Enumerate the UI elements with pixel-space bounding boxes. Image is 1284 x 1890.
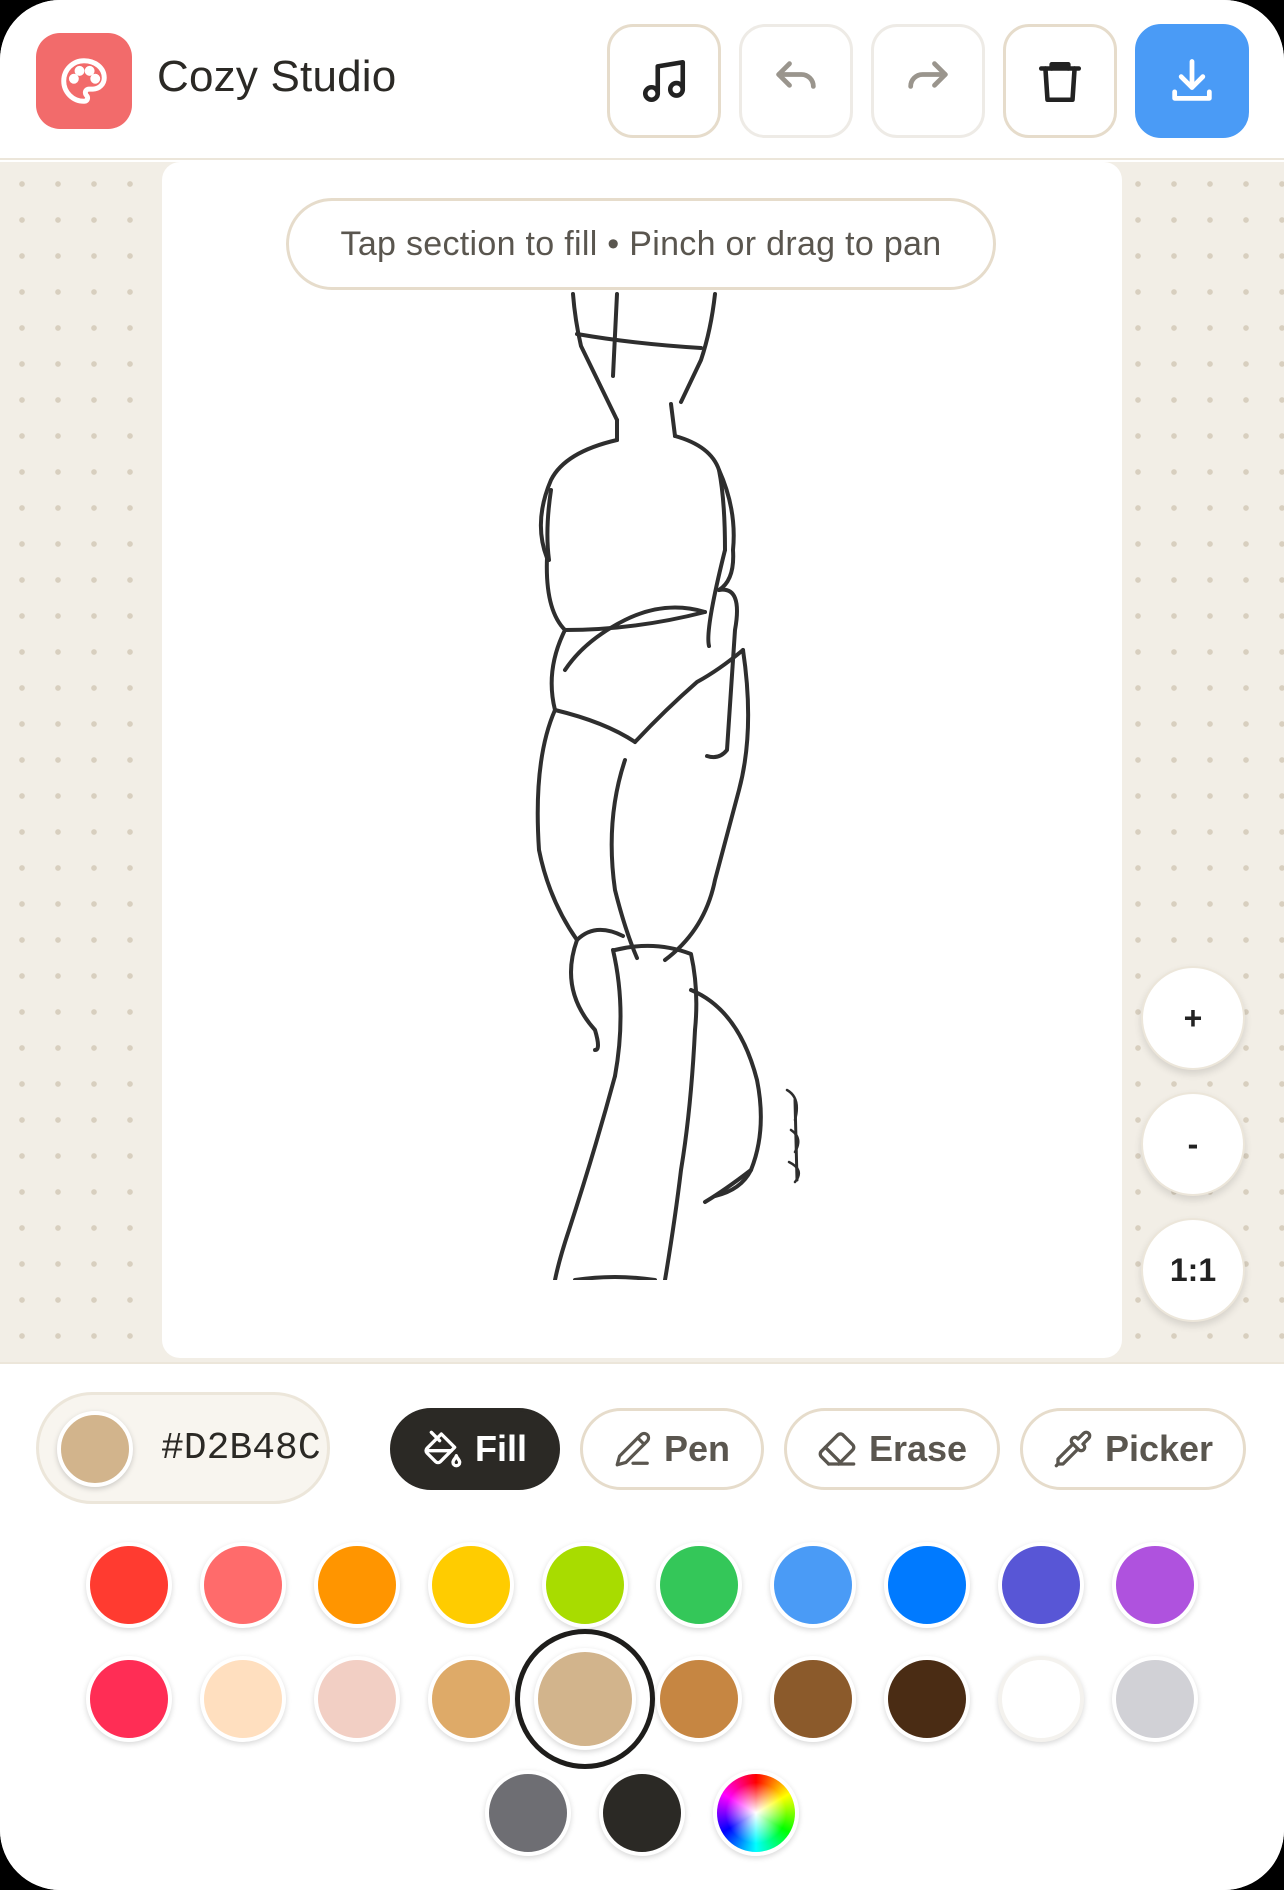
tool-pen-label: Pen	[663, 1428, 731, 1469]
music-note-icon	[642, 59, 686, 103]
app-screen: Cozy Studio Tap section to fill • Pinch …	[0, 0, 1284, 1890]
color-swatch[interactable]	[200, 1656, 286, 1742]
color-swatch[interactable]	[314, 1542, 400, 1628]
paint-bucket-icon	[424, 1430, 462, 1468]
color-swatch[interactable]	[656, 1542, 742, 1628]
sketch-figure[interactable]	[505, 290, 835, 1280]
canvas-hint: Tap section to fill • Pinch or drag to p…	[286, 198, 996, 290]
color-swatch[interactable]	[485, 1770, 571, 1856]
download-icon	[1172, 59, 1212, 101]
color-swatch[interactable]	[1112, 1656, 1198, 1742]
current-color-hex: #D2B48C	[161, 1427, 321, 1470]
trash-icon	[1038, 62, 1082, 103]
download-button[interactable]	[1135, 24, 1249, 138]
color-swatch[interactable]	[86, 1656, 172, 1742]
tool-erase[interactable]: Erase	[784, 1408, 1000, 1490]
zoom-reset-button[interactable]: 1:1	[1141, 1218, 1245, 1322]
tool-pen[interactable]: Pen	[580, 1408, 764, 1490]
current-color-swatch	[57, 1411, 133, 1487]
color-swatch[interactable]	[884, 1542, 970, 1628]
selected-color-ring	[515, 1629, 655, 1769]
color-swatch[interactable]	[200, 1542, 286, 1628]
color-swatch[interactable]	[1112, 1542, 1198, 1628]
tool-erase-label: Erase	[868, 1428, 968, 1469]
eraser-icon	[818, 1432, 856, 1466]
tool-picker[interactable]: Picker	[1020, 1408, 1246, 1490]
redo-button[interactable]	[871, 24, 985, 138]
color-swatch[interactable]	[599, 1770, 685, 1856]
clear-button[interactable]	[1003, 24, 1117, 138]
color-swatch[interactable]	[770, 1656, 856, 1742]
color-swatch[interactable]	[998, 1542, 1084, 1628]
undo-button[interactable]	[739, 24, 853, 138]
app-title: Cozy Studio	[157, 52, 397, 101]
top-bar: Cozy Studio	[0, 0, 1284, 160]
palette-logo-icon	[36, 33, 132, 129]
custom-color-wheel[interactable]	[713, 1770, 799, 1856]
color-swatch[interactable]	[314, 1656, 400, 1742]
color-swatch[interactable]	[86, 1542, 172, 1628]
color-swatch[interactable]	[428, 1542, 514, 1628]
undo-icon	[776, 61, 816, 89]
redo-icon	[908, 61, 948, 89]
zoom-out-button[interactable]: -	[1141, 1092, 1245, 1196]
current-color-chip: #D2B48C	[36, 1392, 330, 1504]
tool-fill-label: Fill	[475, 1428, 527, 1469]
zoom-in-button[interactable]: +	[1141, 966, 1245, 1070]
eyedropper-icon	[1054, 1430, 1092, 1468]
color-swatch[interactable]	[542, 1542, 628, 1628]
pen-icon	[615, 1431, 651, 1467]
color-swatch[interactable]	[428, 1656, 514, 1742]
music-button[interactable]	[607, 24, 721, 138]
color-swatch[interactable]	[998, 1656, 1084, 1742]
tool-fill[interactable]: Fill	[390, 1408, 560, 1490]
color-swatch[interactable]	[884, 1656, 970, 1742]
color-swatch[interactable]	[656, 1656, 742, 1742]
tool-picker-label: Picker	[1104, 1428, 1214, 1469]
color-swatch[interactable]	[770, 1542, 856, 1628]
